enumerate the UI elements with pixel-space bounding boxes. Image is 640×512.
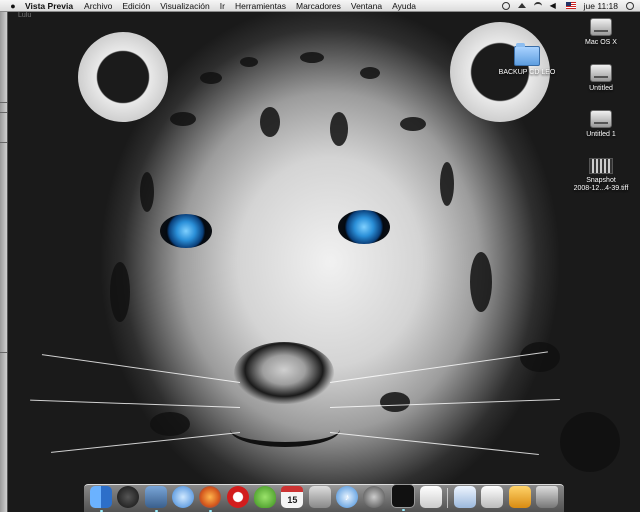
stack-icon[interactable] [508,486,531,508]
desktop-icon-label: Untitled 1 [586,131,616,138]
desktop-icon-untitled-1[interactable]: Untitled 1 [556,110,640,139]
ical-icon[interactable]: 15 [281,486,304,508]
dock: 15 ♪ [84,484,564,512]
menu-herramientas[interactable]: Herramientas [235,1,286,11]
desktop-icon-untitled[interactable]: Untitled [556,64,640,93]
stripe [140,172,154,212]
stripe [520,342,560,372]
left-ear-shape [78,32,168,122]
spotlight-icon[interactable] [626,1,634,10]
menu-app-name[interactable]: Vista Previa [25,1,73,11]
menu-ir[interactable]: Ir [220,1,225,11]
stripe [400,117,426,131]
desktop-icon-snapshot[interactable]: Snapshot 2008-12...4-39.tiff [556,158,640,193]
menu-edicion[interactable]: Edición [122,1,150,11]
downloads-icon[interactable] [453,486,476,508]
menu-extras: ◀ jue 11:18 [501,0,634,11]
volume-icon[interactable]: ◀ [550,1,558,10]
desktop-wallpaper: Lulu Mac OS X BACKUP CD LEO Untitled Unt… [0,12,640,512]
menu-archivo[interactable]: Archivo [84,1,112,11]
itunes-icon[interactable]: ♪ [336,486,359,508]
desktop-icon-label: Untitled [589,85,613,92]
desktop-icon-label-2: 2008-12...4-39.tiff [573,185,629,192]
input-menu-flag-icon[interactable] [565,2,576,9]
stripe [240,57,258,67]
dock-separator [447,488,449,508]
hard-drive-icon [590,110,612,128]
whisker [329,351,548,383]
safari-icon[interactable] [172,486,195,508]
desktop-icon-label: Mac OS X [585,39,617,46]
preview-icon[interactable] [144,486,167,512]
menu-clock[interactable]: jue 11:18 [584,1,618,11]
apple-menu-icon[interactable]: ● [6,1,20,11]
hard-drive-icon [590,18,612,36]
finder-icon[interactable] [90,486,112,512]
desktop-icon-label: BACKUP CD LEO [498,69,556,76]
whisker [329,432,539,455]
dvd-player-icon[interactable] [363,486,386,508]
iphoto-icon[interactable] [308,486,331,508]
whisker [50,432,241,453]
menu-visualizacion[interactable]: Visualización [160,1,209,11]
trash-icon[interactable] [535,486,558,508]
whisker [30,399,241,408]
documents-icon[interactable] [481,486,504,508]
background-window-edge[interactable] [0,12,8,512]
whisker [329,398,560,408]
menu-ayuda[interactable]: Ayuda [392,1,416,11]
hard-drive-icon [590,64,612,82]
stripe [560,412,620,472]
stripe [300,52,324,63]
dashboard-icon[interactable] [117,486,140,508]
stripe [360,67,380,79]
stripe [260,107,280,137]
menu-ventana[interactable]: Ventana [351,1,382,11]
mouth-shape [230,412,340,447]
desktop-icon-mac-os-x[interactable]: Mac OS X [556,18,640,47]
nose-shape [234,342,334,404]
menu-bar: ● Vista Previa Archivo Edición Visualiza… [0,0,640,12]
folder-icon [514,43,540,66]
desktop-icon-label: Snapshot [586,177,616,184]
right-eye-shape [338,210,390,244]
whisker [41,354,241,383]
left-eye-shape [160,214,212,248]
window-title: Lulu [18,12,32,19]
time-machine-icon[interactable] [501,1,510,10]
adium-icon[interactable] [254,486,277,508]
terminal-icon[interactable] [390,484,415,511]
stripe [200,72,222,84]
stripe [470,252,492,312]
image-file-icon [589,158,613,174]
stripe [330,112,348,146]
firefox-icon[interactable] [199,486,222,512]
eject-icon[interactable] [517,3,526,8]
opera-icon[interactable] [226,486,249,508]
calendar-day: 15 [287,494,298,505]
textedit-icon[interactable] [420,486,443,508]
wifi-icon[interactable] [533,2,542,9]
stripe [170,112,196,126]
stripe [150,412,190,436]
stripe [110,262,130,322]
stripe [440,162,454,206]
stripe [380,392,410,412]
menu-marcadores[interactable]: Marcadores [296,1,341,11]
